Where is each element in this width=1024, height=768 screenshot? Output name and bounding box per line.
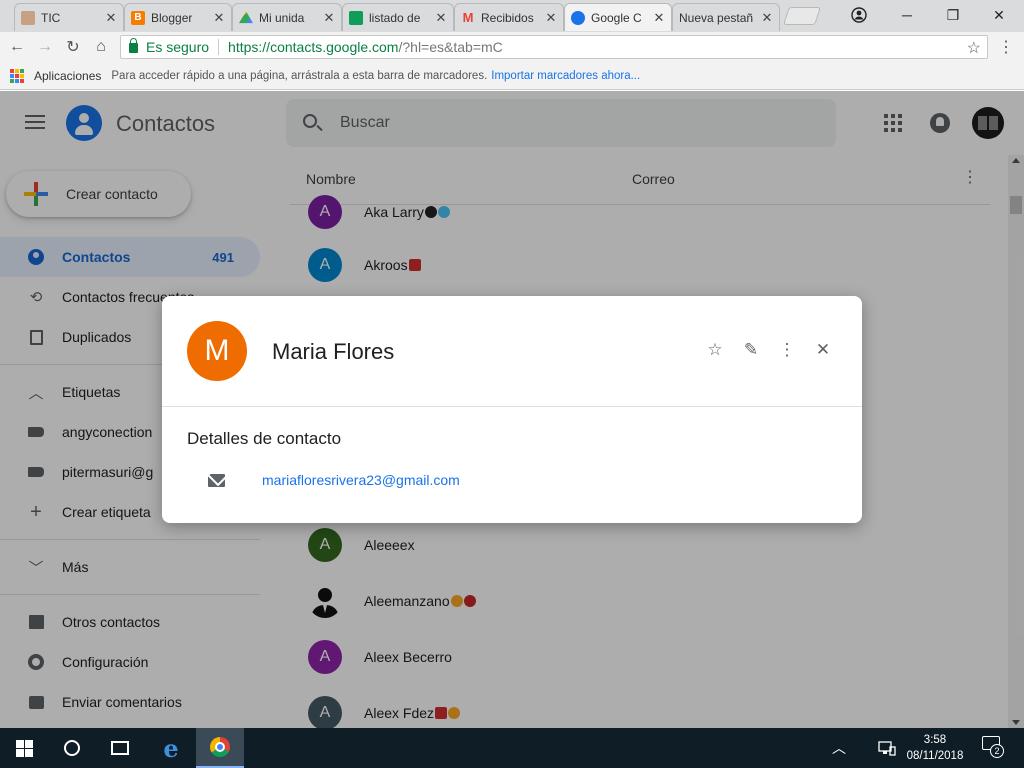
clock-time: 3:58 [923,734,947,746]
secure-indicator[interactable]: Es seguro [121,38,209,55]
clock-date: 08/11/2018 [906,750,964,762]
task-view-icon [111,741,129,755]
cortana-icon [64,740,80,756]
maximize-button[interactable]: ❐ [930,0,976,30]
bookmarks-bar: Aplicaciones Para acceder rápido a una p… [0,62,1024,90]
contacts-icon [571,10,585,25]
drive-icon [239,11,253,24]
section-title: Detalles de contacto [187,429,342,448]
bookmark-star-icon[interactable]: ☆ [967,38,981,58]
back-arrow-icon[interactable]: ← [6,36,28,58]
import-bookmarks-link[interactable]: Importar marcadores ahora... [491,70,640,82]
tray-chevron-icon[interactable]: ︿ [832,728,850,768]
tab-strip: TIC ✕ B Blogger ✕ Mi unida ✕ listado de … [0,0,1024,32]
tab-new[interactable]: Nueva pestañ ✕ [672,3,780,31]
url-path: /?hl=es&tab=mC [398,39,503,55]
lock-icon [129,38,138,53]
forward-arrow-icon[interactable]: → [34,36,56,58]
task-view-button[interactable] [96,728,144,768]
close-icon[interactable]: ✕ [323,10,335,26]
gmail-icon: M [462,10,474,25]
new-tab-button[interactable] [783,7,821,25]
tab-drive[interactable]: Mi unida ✕ [232,3,342,31]
separator [218,39,220,55]
close-window-button[interactable]: ✕ [976,0,1022,30]
close-icon[interactable]: ✕ [813,340,833,360]
tab-blogger[interactable]: B Blogger ✕ [124,3,232,31]
edge-icon: e [163,733,179,763]
contact-avatar: M [187,321,247,381]
windows-taskbar: e ︿ 3:58 08/11/2018 2 [0,728,1024,768]
contact-detail-dialog: M Maria Flores ☆ ✎ ⋮ ✕ Detalles de conta… [162,296,862,523]
tab-tic[interactable]: TIC ✕ [14,3,124,31]
close-icon[interactable]: ✕ [761,10,773,26]
browser-toolbar: ← → ↻ ⌂ Es seguro https://contacts.googl… [0,32,1024,62]
address-bar[interactable]: Es seguro https://contacts.google.com /?… [120,35,988,59]
tab-gmail[interactable]: M Recibidos ✕ [454,3,564,31]
close-icon[interactable]: ✕ [213,10,225,26]
browser-menu-icon[interactable]: ⋮ [998,37,1014,57]
system-clock[interactable]: 3:58 08/11/2018 [895,732,975,764]
contact-email-link[interactable]: mariafloresrivera23@gmail.com [262,472,460,488]
reload-icon[interactable]: ↻ [62,36,84,58]
chrome-icon [210,737,230,757]
url-host: https://contacts.google.com [228,39,399,55]
tab-contacts[interactable]: Google C ✕ [564,3,672,31]
start-button[interactable] [0,728,48,768]
more-vert-icon[interactable]: ⋮ [777,340,797,360]
contact-name: Maria Flores [272,339,395,364]
apps-grid-icon [10,68,24,83]
notification-count: 2 [990,744,1004,758]
edit-pencil-icon[interactable]: ✎ [741,340,761,360]
star-icon[interactable]: ☆ [705,340,725,360]
close-icon[interactable]: ✕ [105,10,117,26]
blogger-icon: B [131,10,145,25]
apps-bookmark[interactable]: Aplicaciones [34,69,101,83]
profile-icon[interactable] [836,0,882,30]
close-icon[interactable]: ✕ [545,10,557,26]
bookmarks-hint: Para acceder rápido a una página, arrást… [111,69,488,82]
close-icon[interactable]: ✕ [653,10,665,26]
chrome-button[interactable] [196,728,244,768]
email-icon [208,474,225,487]
windows-logo-icon [15,739,33,757]
home-icon[interactable]: ⌂ [90,36,112,58]
close-icon[interactable]: ✕ [435,10,447,26]
tab-sheets[interactable]: listado de ✕ [342,3,454,31]
person-photo-icon [21,10,35,25]
cortana-button[interactable] [48,728,96,768]
sheets-icon [349,10,363,25]
minimize-button[interactable]: ─ [884,0,930,30]
divider [162,406,862,407]
edge-button[interactable]: e [147,728,195,768]
action-center-button[interactable]: 2 [982,736,1004,758]
